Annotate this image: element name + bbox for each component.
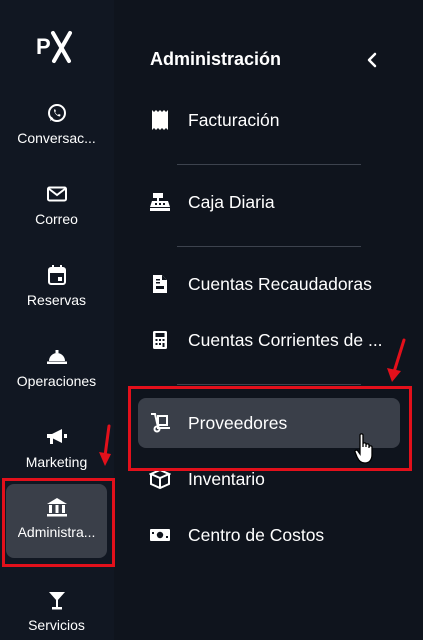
menu-item-centro-de-costos[interactable]: Centro de Costos [138,510,400,560]
menu-label: Centro de Costos [188,524,325,545]
whatsapp-icon [46,102,68,124]
divider [177,384,361,385]
divider [177,164,361,165]
menu-label: Inventario [188,468,265,489]
receipt-icon [149,109,171,131]
panel-title: Administración [150,49,282,69]
rail-item-correo[interactable]: Correo [6,171,107,245]
menu-label: Caja Diaria [188,191,275,212]
menu-label: Cuentas Recaudadoras [188,273,372,294]
svg-text:P: P [36,34,51,59]
menu-item-cuentas-recaudadoras[interactable]: Cuentas Recaudadoras [138,259,400,309]
mail-icon [46,183,68,205]
submenu-panel: Administración Facturación Caja Diaria C… [114,0,423,640]
megaphone-icon [46,426,68,448]
rail-label: Conversac... [17,130,96,146]
rail-item-operaciones[interactable]: Operaciones [6,333,107,407]
service-bell-icon [46,345,68,367]
rail-item-conversaciones[interactable]: Conversac... [6,90,107,164]
menu-item-facturacion[interactable]: Facturación [138,95,400,145]
calendar-icon [46,264,68,286]
box-icon [149,468,171,490]
arrow-icon [99,424,111,466]
rail-label: Reservas [26,292,87,308]
rail-label: Marketing [25,454,88,470]
rail-label: Operaciones [16,373,97,389]
money-bill-icon [149,524,171,546]
highlight-box [2,478,115,567]
calculator-icon [149,329,171,351]
menu-label: Cuentas Corrientes de ... [188,329,383,350]
chevron-left-icon[interactable] [364,50,380,70]
menu-label: Facturación [188,109,280,130]
highlight-box [128,386,412,471]
rail-item-reservas[interactable]: Reservas [6,252,107,326]
cash-register-icon [149,191,171,213]
rail-item-servicios[interactable]: Servicios [6,577,107,640]
rail-label: Correo [35,211,78,227]
rail-item-marketing[interactable]: Marketing [6,414,107,488]
invoice-icon [149,273,171,295]
cocktail-icon [46,589,68,611]
divider [177,246,361,247]
rail-label: Servicios [28,617,85,633]
arrow-icon [387,338,406,382]
px-logo[interactable]: P [34,26,80,66]
menu-item-cuentas-corrientes[interactable]: Cuentas Corrientes de ... [138,315,400,365]
menu-item-caja-diaria[interactable]: Caja Diaria [138,177,400,227]
